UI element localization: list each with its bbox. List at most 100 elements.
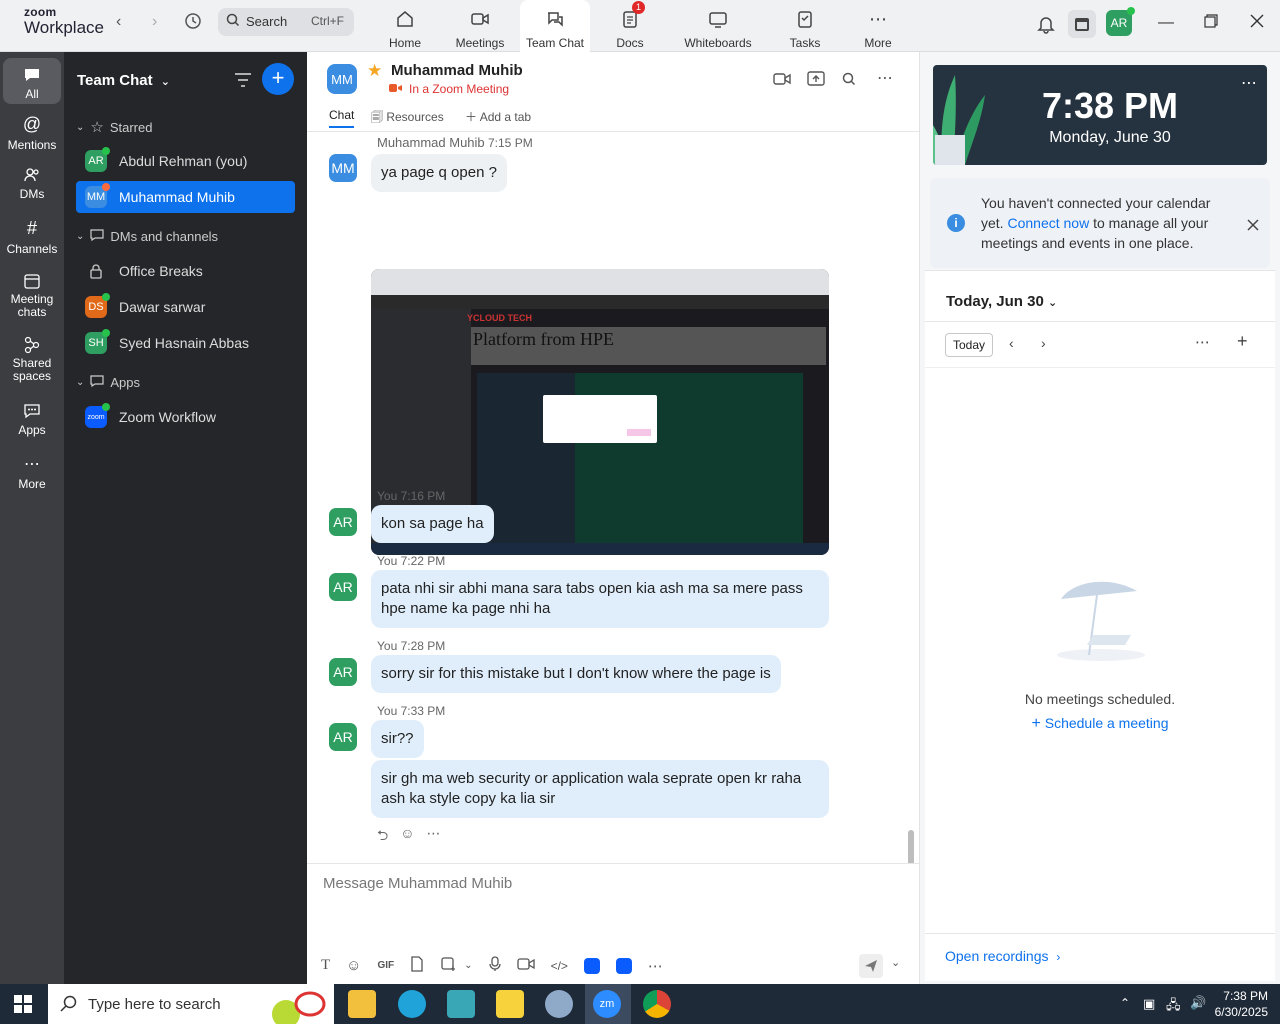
tab-docs[interactable]: 1 Docs [605, 0, 655, 52]
chat-list-title[interactable]: Team Chat ⌄ [77, 72, 170, 89]
app-icon-2[interactable] [615, 957, 632, 974]
message-avatar[interactable]: AR [329, 658, 357, 686]
today-header[interactable]: Today, Jun 30 ⌄ [946, 293, 1057, 310]
sidebar-item-shared-spaces[interactable]: Shared spaces [0, 336, 64, 383]
windows-start-icon[interactable] [14, 995, 32, 1018]
chevron-right-icon[interactable]: › [1041, 335, 1046, 351]
zoom-taskbar-button[interactable]: zm [585, 984, 631, 1024]
new-chat-button[interactable]: + [262, 63, 294, 95]
reply-icon[interactable]: ⮌ [377, 825, 388, 849]
file-explorer-icon[interactable] [348, 990, 376, 1018]
close-icon[interactable] [1247, 216, 1259, 236]
tab-team-chat[interactable]: Team Chat [520, 0, 590, 52]
back-arrow-icon[interactable]: ‹ [116, 13, 121, 31]
chat-item-abdul-rehman[interactable]: AR Abdul Rehman (you) [76, 145, 295, 177]
message-bubble[interactable]: ya page q open ? [371, 154, 507, 192]
restore-icon[interactable] [1204, 14, 1218, 33]
more-options-icon[interactable]: ⋯ [1195, 333, 1210, 351]
more-options-icon[interactable]: ⋯ [1241, 73, 1257, 93]
tab-chat[interactable]: Chat [329, 108, 355, 128]
message-bubble[interactable]: kon sa page ha [371, 505, 494, 543]
sidebar-item-more[interactable]: ⋯ More [0, 454, 64, 491]
tab-tasks[interactable]: Tasks [780, 0, 830, 52]
message-avatar[interactable]: MM [329, 154, 357, 182]
bell-icon[interactable] [1036, 14, 1056, 39]
microphone-icon[interactable] [488, 956, 501, 975]
sidebar-item-channels[interactable]: # Channels [0, 218, 64, 256]
search-bar[interactable]: Search Ctrl+F [218, 8, 354, 36]
chat-item-syed-hasnain-abbas[interactable]: SH Syed Hasnain Abbas [76, 327, 295, 359]
message-bubble[interactable]: sir gh ma web security or application wa… [371, 760, 829, 818]
app-icon[interactable] [447, 990, 475, 1018]
meet-now-icon[interactable]: ▣ [1143, 996, 1155, 1012]
tab-home[interactable]: Home [380, 0, 430, 52]
chevron-down-icon[interactable]: ⌄ [464, 960, 472, 971]
sidebar-item-mentions[interactable]: @ Mentions [0, 114, 64, 152]
tab-add[interactable]: ＋ Add a tab [465, 108, 531, 125]
send-icon[interactable] [859, 954, 883, 978]
taskbar-search[interactable]: Type here to search [48, 984, 334, 1024]
message-avatar[interactable]: AR [329, 508, 357, 536]
section-apps[interactable]: ⌄ Apps [76, 374, 140, 391]
message-bubble[interactable]: sorry sir for this mistake but I don't k… [371, 655, 781, 693]
section-dms-and-channels[interactable]: ⌄ DMs and channels [76, 228, 218, 245]
chat-header-avatar[interactable]: MM [327, 64, 357, 94]
forward-arrow-icon[interactable]: › [152, 13, 157, 31]
minimize-icon[interactable]: — [1158, 14, 1174, 32]
app-icon[interactable] [545, 990, 573, 1018]
chat-item-office-breaks[interactable]: Office Breaks [76, 255, 295, 287]
chevron-left-icon[interactable]: ‹ [1009, 335, 1014, 351]
tab-resources[interactable]: 🗐 Resources [371, 108, 444, 129]
sidebar-item-meeting-chats[interactable]: Meeting chats [0, 272, 64, 319]
tab-whiteboards[interactable]: Whiteboards [680, 0, 756, 52]
sidebar-item-all[interactable]: All [3, 58, 61, 104]
file-icon[interactable] [410, 956, 424, 975]
today-button[interactable]: Today [945, 333, 993, 357]
open-recordings-link[interactable]: Open recordings › [945, 948, 1060, 964]
screenshot-icon[interactable] [440, 956, 456, 975]
sticky-notes-icon[interactable] [496, 990, 524, 1018]
gif-icon[interactable]: GIF [378, 960, 395, 971]
taskbar-clock[interactable]: 7:38 PM 6/30/2025 [1215, 988, 1268, 1020]
message-bubble[interactable]: pata nhi sir abhi mana sara tabs open ki… [371, 570, 829, 628]
sidebar-item-apps[interactable]: Apps [0, 402, 64, 437]
format-text-icon[interactable]: T [321, 957, 330, 974]
connect-now-link[interactable]: Connect now [1007, 215, 1089, 231]
section-starred[interactable]: ⌄ ☆ Starred [76, 118, 152, 136]
chevron-up-icon[interactable]: ⌃ [1120, 996, 1130, 1010]
star-icon[interactable]: ★ [367, 61, 382, 81]
volume-icon[interactable]: 🔊 [1190, 995, 1206, 1011]
more-options-icon[interactable]: ⋯ [877, 68, 893, 88]
chat-item-muhammad-muhib[interactable]: MM Muhammad Muhib [76, 181, 295, 213]
more-options-icon[interactable]: ⋯ [648, 957, 663, 975]
close-icon[interactable] [1250, 14, 1264, 33]
tab-more[interactable]: ⋯ More [853, 0, 903, 52]
calendar-toggle-icon[interactable] [1068, 10, 1096, 38]
video-call-icon[interactable] [773, 72, 791, 91]
share-screen-icon[interactable] [807, 71, 825, 92]
chat-item-zoom-workflow[interactable]: zoom Zoom Workflow [76, 401, 295, 433]
code-snippet-icon[interactable]: </> [551, 959, 568, 973]
history-icon[interactable] [184, 12, 202, 35]
chrome-browser-icon[interactable] [643, 990, 671, 1018]
more-options-icon[interactable]: ⋯ [427, 825, 441, 849]
message-input[interactable]: Message Muhammad Muhib [323, 875, 512, 892]
message-avatar[interactable]: AR [329, 723, 357, 751]
network-icon[interactable]: 🖧 [1166, 996, 1181, 1018]
search-icon[interactable] [842, 72, 856, 91]
app-icon-1[interactable] [583, 957, 600, 974]
edge-browser-icon[interactable] [398, 990, 426, 1018]
schedule-meeting-link[interactable]: + Schedule a meeting [925, 715, 1275, 733]
video-message-icon[interactable] [516, 957, 535, 974]
add-reaction-icon[interactable]: ☺ [400, 825, 414, 849]
sidebar-item-dms[interactable]: DMs [0, 166, 64, 201]
message-bubble[interactable]: sir?? [371, 720, 424, 758]
chat-item-dawar-sarwar[interactable]: DS Dawar sarwar [76, 291, 295, 323]
tab-meetings[interactable]: Meetings [450, 0, 510, 52]
user-avatar[interactable]: AR [1106, 7, 1135, 36]
scrollbar[interactable] [908, 830, 914, 863]
chat-header-name[interactable]: Muhammad Muhib [391, 62, 523, 79]
message-avatar[interactable]: AR [329, 573, 357, 601]
add-event-icon[interactable]: + [1237, 331, 1248, 352]
filter-icon[interactable] [234, 72, 252, 93]
